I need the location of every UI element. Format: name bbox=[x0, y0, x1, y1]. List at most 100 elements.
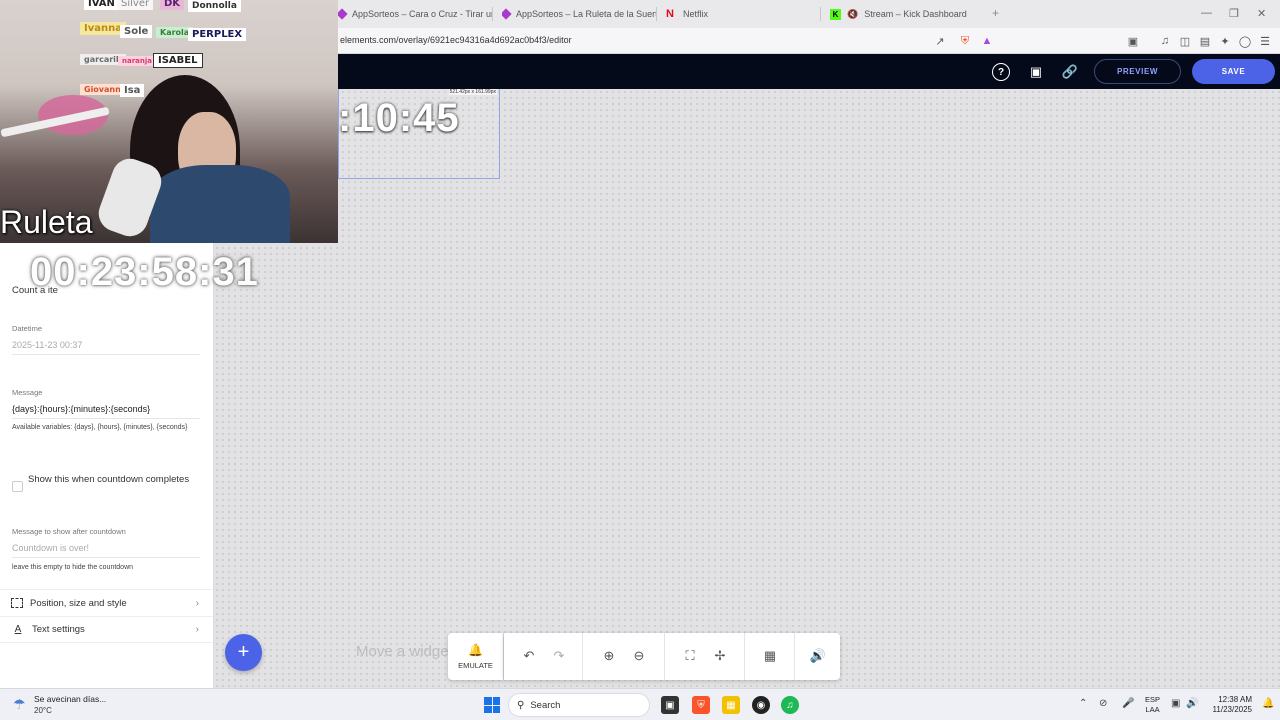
chevron-right-icon: › bbox=[195, 597, 199, 609]
reader-icon[interactable]: ◫ bbox=[1177, 33, 1193, 49]
text-icon: A bbox=[14, 624, 22, 635]
file-explorer-icon[interactable]: ▦ bbox=[722, 696, 740, 714]
windows-start-icon[interactable] bbox=[484, 697, 500, 713]
speaker-icon[interactable]: 🔊 bbox=[1186, 698, 1198, 709]
tab-cara-o-cruz[interactable]: AppSorteos – Cara o Cruz - Tirar una bbox=[338, 4, 493, 24]
chevron-right-icon: › bbox=[195, 624, 199, 635]
kick-icon: K bbox=[830, 8, 841, 20]
add-widget-button[interactable]: + bbox=[225, 634, 262, 671]
overlay-countdown-timer: 00:23:58:31 bbox=[30, 250, 259, 294]
close-icon[interactable]: ✕ bbox=[1257, 7, 1266, 20]
brave-rewards-icon[interactable]: ▲ bbox=[979, 33, 995, 49]
vpn-icon[interactable]: ◯ bbox=[1237, 33, 1253, 49]
tab-netflix[interactable]: N Netflix bbox=[666, 4, 821, 24]
tab-separator bbox=[820, 7, 821, 21]
weather-temp[interactable]: 20°C bbox=[34, 706, 52, 715]
emulate-button[interactable]: 🔔 EMULATE bbox=[448, 633, 503, 680]
message-field[interactable]: {days}:{hours}:{minutes}:{seconds} bbox=[12, 404, 200, 419]
name-sign: IVAN bbox=[84, 0, 119, 10]
appsorteos-icon bbox=[338, 8, 348, 20]
webcam-overlay: IVAN Silver DK Donnolla Ivanna Sole Karo… bbox=[0, 0, 338, 243]
redo-icon[interactable]: ↷ bbox=[550, 647, 568, 665]
netflix-icon: N bbox=[666, 7, 674, 20]
shrink-icon[interactable]: ✢ bbox=[711, 647, 729, 665]
tab-separator bbox=[492, 7, 493, 21]
screen-preview-icon[interactable]: ▣ bbox=[1027, 63, 1045, 81]
share-icon[interactable]: ↗ bbox=[932, 33, 948, 49]
language-indicator[interactable]: ESP LAA bbox=[1145, 695, 1160, 715]
search-icon: ⚲ bbox=[517, 699, 525, 711]
name-sign: PERPLEX bbox=[188, 28, 247, 41]
weather-text[interactable]: Se avecinan días... bbox=[34, 694, 106, 704]
text-settings-section[interactable]: A Text settings › bbox=[0, 616, 213, 643]
appsorteos-icon bbox=[502, 8, 512, 20]
display-icon[interactable]: ▣ bbox=[1171, 698, 1180, 709]
clock[interactable]: 12:38 AM 11/23/2025 bbox=[1208, 695, 1252, 715]
canvas-tools: ↶ ↷ ⊕ ⊖ ⛶ ✢ ▦ 🔊 bbox=[504, 633, 840, 680]
position-size-style-section[interactable]: Position, size and style › bbox=[0, 589, 213, 616]
name-sign: ISABEL bbox=[153, 53, 203, 68]
brave-icon[interactable]: ⛨ bbox=[692, 696, 710, 714]
after-countdown-field[interactable]: Countdown is over! bbox=[12, 543, 200, 558]
brave-shield-icon[interactable]: ⛨ bbox=[957, 33, 973, 49]
datetime-label: Datetime bbox=[12, 324, 43, 333]
mute-icon: 🔇 bbox=[847, 8, 859, 19]
leo-ai-icon[interactable]: ✦ bbox=[1217, 33, 1233, 49]
message-help-text: Available variables: {days}, {hours}, {m… bbox=[12, 424, 188, 431]
media-icon[interactable]: ♫ bbox=[1157, 33, 1173, 49]
message-label: Message bbox=[12, 388, 43, 397]
zoom-in-icon[interactable]: ⊕ bbox=[600, 647, 618, 665]
tab-separator bbox=[656, 7, 657, 21]
menu-icon[interactable]: ☰ bbox=[1257, 33, 1273, 49]
position-icon bbox=[11, 598, 23, 608]
tray-overflow-icon[interactable]: ⌃ bbox=[1079, 698, 1087, 709]
notification-bell-icon[interactable]: 🔔 bbox=[1262, 698, 1274, 709]
name-sign: Donnolla bbox=[188, 0, 241, 12]
divider bbox=[794, 633, 795, 680]
divider bbox=[582, 633, 583, 680]
bell-icon: 🔔 bbox=[468, 643, 483, 657]
fit-screen-icon[interactable]: ⛶ bbox=[681, 647, 699, 665]
address-bar-url[interactable]: elements.com/overlay/6921ec94316a4d692ac… bbox=[340, 35, 572, 45]
widget-settings-panel: Count a ite Datetime 2025-11-23 00:37 Me… bbox=[0, 243, 214, 688]
name-sign: Sole bbox=[120, 25, 153, 38]
name-sign: DK bbox=[160, 0, 185, 10]
after-countdown-label: Message to show after countdown bbox=[12, 527, 126, 536]
undo-icon[interactable]: ↶ bbox=[520, 647, 538, 665]
divider bbox=[744, 633, 745, 680]
grid-icon[interactable]: ▦ bbox=[761, 647, 779, 665]
show-when-complete-checkbox[interactable] bbox=[12, 481, 23, 492]
zoom-out-icon[interactable]: ⊖ bbox=[630, 647, 648, 665]
help-icon[interactable]: ? bbox=[992, 63, 1010, 81]
name-sign: Silver bbox=[117, 0, 154, 10]
name-sign: naranja bbox=[118, 56, 156, 66]
restore-icon[interactable]: ❐ bbox=[1229, 7, 1239, 20]
streamer-shirt bbox=[150, 165, 290, 243]
name-sign: Isa bbox=[120, 84, 145, 97]
sidebar-toggle-icon[interactable]: ▣ bbox=[1125, 33, 1141, 49]
countdown-widget-text[interactable]: :10:45 bbox=[338, 96, 460, 141]
show-when-complete-label[interactable]: Show this when countdown completes bbox=[28, 473, 198, 487]
link-icon[interactable]: 🔗 bbox=[1061, 63, 1079, 81]
divider bbox=[664, 633, 665, 680]
minimize-icon[interactable]: — bbox=[1201, 7, 1212, 19]
wallet-icon[interactable]: ▤ bbox=[1197, 33, 1213, 49]
new-tab-button[interactable]: + bbox=[992, 6, 999, 20]
tab-kick-dashboard[interactable]: K 🔇 Stream – Kick Dashboard bbox=[830, 4, 985, 24]
after-countdown-help: leave this empty to hide the countdown bbox=[12, 564, 134, 571]
preview-button[interactable]: PREVIEW bbox=[1094, 59, 1181, 84]
move-widget-hint: Move a widge bbox=[356, 643, 449, 660]
weather-icon[interactable]: ☂ bbox=[13, 696, 26, 713]
overlay-ruleta-title: Ruleta bbox=[0, 204, 93, 240]
save-button[interactable]: SAVE bbox=[1192, 59, 1275, 84]
spotify-icon[interactable]: ♫ bbox=[781, 696, 799, 714]
network-off-icon[interactable]: ⊘ bbox=[1099, 698, 1107, 709]
datetime-field[interactable]: 2025-11-23 00:37 bbox=[12, 340, 200, 355]
volume-icon[interactable]: 🔊 bbox=[809, 647, 827, 665]
microphone-icon[interactable]: 🎤 bbox=[1122, 698, 1134, 709]
taskbar-search[interactable]: ⚲ Search bbox=[508, 693, 650, 717]
tab-ruleta-de-la-suerte[interactable]: AppSorteos – La Ruleta de la Suerte bbox=[502, 4, 657, 24]
windows-taskbar: ☂ Se avecinan días... 20°C ⚲ Search ▣ ⛨ … bbox=[0, 688, 1280, 720]
obs-icon[interactable]: ◉ bbox=[752, 696, 770, 714]
app-icon[interactable]: ▣ bbox=[661, 696, 679, 714]
